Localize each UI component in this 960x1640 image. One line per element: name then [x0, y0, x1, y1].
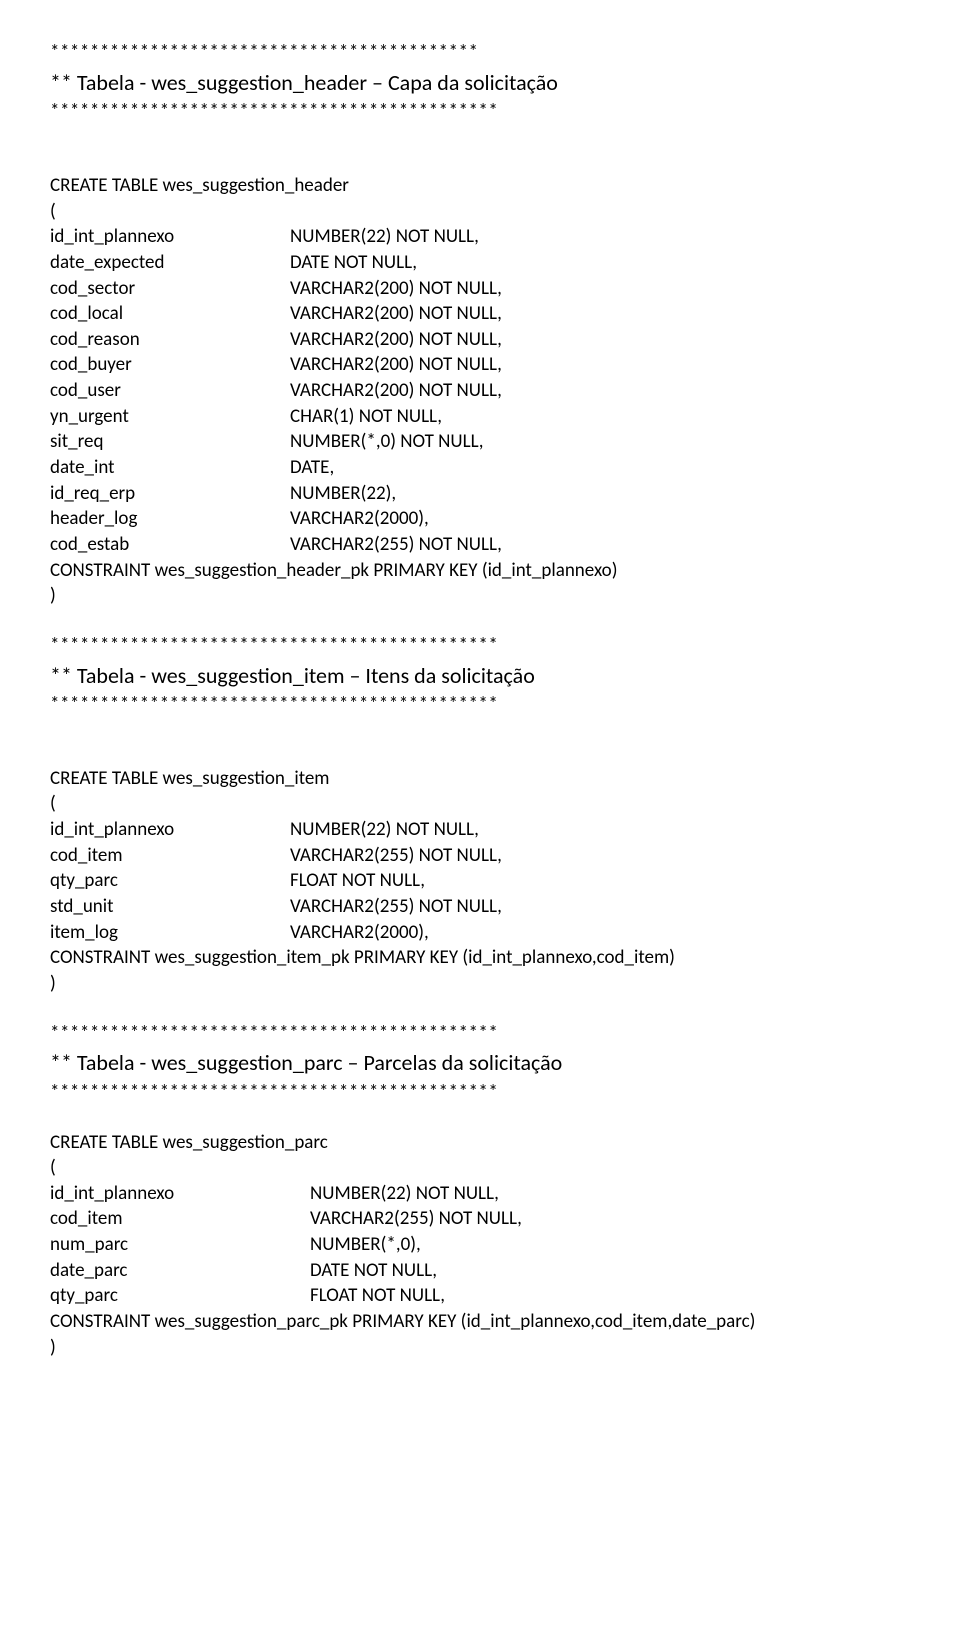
- constraint-1: CONSTRAINT wes_suggestion_header_pk PRIM…: [50, 558, 910, 584]
- column-name: cod_estab: [50, 532, 290, 558]
- column-type: VARCHAR2(255) NOT NULL,: [290, 532, 910, 558]
- column-type: VARCHAR2(2000),: [290, 506, 910, 532]
- column-def: qty_parcFLOAT NOT NULL,: [50, 1283, 910, 1309]
- column-type: VARCHAR2(200) NOT NULL,: [290, 301, 910, 327]
- separator-bottom-1: ****************************************…: [50, 99, 910, 125]
- column-type: VARCHAR2(2000),: [290, 920, 910, 946]
- column-name: id_req_erp: [50, 481, 290, 507]
- column-type: DATE NOT NULL,: [310, 1258, 910, 1284]
- section-title-1: ** Tabela - wes_suggestion_header – Capa…: [50, 68, 910, 98]
- column-type: NUMBER(*,0),: [310, 1232, 910, 1258]
- column-def: item_logVARCHAR2(2000),: [50, 920, 910, 946]
- column-def: id_int_plannexoNUMBER(22) NOT NULL,: [50, 817, 910, 843]
- column-type: VARCHAR2(200) NOT NULL,: [290, 276, 910, 302]
- column-name: date_expected: [50, 250, 290, 276]
- column-type: NUMBER(*,0) NOT NULL,: [290, 429, 910, 455]
- separator-top-3: ****************************************…: [50, 1021, 910, 1047]
- constraint-3: CONSTRAINT wes_suggestion_parc_pk PRIMAR…: [50, 1309, 910, 1335]
- column-def: id_int_plannexo NUMBER(22) NOT NULL,: [50, 224, 910, 250]
- column-def: cod_itemVARCHAR2(255) NOT NULL,: [50, 1206, 910, 1232]
- column-def: cod_localVARCHAR2(200) NOT NULL,: [50, 301, 910, 327]
- column-name: item_log: [50, 920, 290, 946]
- separator-top-1: ****************************************…: [50, 40, 910, 66]
- column-def: cod_sectorVARCHAR2(200) NOT NULL,: [50, 276, 910, 302]
- column-type: NUMBER(22) NOT NULL,: [290, 817, 910, 843]
- column-def: cod_estabVARCHAR2(255) NOT NULL,: [50, 532, 910, 558]
- column-type: VARCHAR2(200) NOT NULL,: [290, 378, 910, 404]
- column-def: sit_reqNUMBER(*,0) NOT NULL,: [50, 429, 910, 455]
- section-title-2: ** Tabela - wes_suggestion_item – Itens …: [50, 661, 910, 691]
- column-name: id_int_plannexo: [50, 817, 290, 843]
- paren-close-1: ): [50, 583, 910, 609]
- column-def: date_expectedDATE NOT NULL,: [50, 250, 910, 276]
- column-type: NUMBER(22) NOT NULL,: [290, 224, 910, 250]
- column-def: date_parcDATE NOT NULL,: [50, 1258, 910, 1284]
- constraint-2: CONSTRAINT wes_suggestion_item_pk PRIMAR…: [50, 945, 910, 971]
- column-name: date_parc: [50, 1258, 310, 1284]
- paren-close-2: ): [50, 971, 910, 997]
- column-name: std_unit: [50, 894, 290, 920]
- column-name: yn_urgent: [50, 404, 290, 430]
- paren-open-1: (: [50, 199, 910, 225]
- column-type: VARCHAR2(255) NOT NULL,: [290, 894, 910, 920]
- paren-open-3: (: [50, 1155, 910, 1181]
- column-def: qty_parc FLOAT NOT NULL,: [50, 868, 910, 894]
- column-def: cod_buyerVARCHAR2(200) NOT NULL,: [50, 352, 910, 378]
- column-name: date_int: [50, 455, 290, 481]
- column-name: cod_item: [50, 843, 290, 869]
- separator-top-2: ****************************************…: [50, 633, 910, 659]
- column-type: FLOAT NOT NULL,: [310, 1283, 910, 1309]
- create-stmt-3: CREATE TABLE wes_suggestion_parc: [50, 1130, 910, 1156]
- column-name: id_int_plannexo: [50, 224, 290, 250]
- column-name: num_parc: [50, 1232, 310, 1258]
- column-type: VARCHAR2(200) NOT NULL,: [290, 327, 910, 353]
- column-name: cod_local: [50, 301, 290, 327]
- column-type: VARCHAR2(255) NOT NULL,: [290, 843, 910, 869]
- column-def: id_req_erpNUMBER(22),: [50, 481, 910, 507]
- column-name: header_log: [50, 506, 290, 532]
- column-type: FLOAT NOT NULL,: [290, 868, 910, 894]
- column-def: cod_itemVARCHAR2(255) NOT NULL,: [50, 843, 910, 869]
- column-type: NUMBER(22),: [290, 481, 910, 507]
- column-type: DATE,: [290, 455, 910, 481]
- column-name: cod_buyer: [50, 352, 290, 378]
- column-type: DATE NOT NULL,: [290, 250, 910, 276]
- separator-bottom-2: ****************************************…: [50, 692, 910, 718]
- column-def: std_unitVARCHAR2(255) NOT NULL,: [50, 894, 910, 920]
- column-name: cod_reason: [50, 327, 290, 353]
- create-stmt-1: CREATE TABLE wes_suggestion_header: [50, 173, 910, 199]
- column-name: qty_parc: [50, 1283, 310, 1309]
- column-def: header_logVARCHAR2(2000),: [50, 506, 910, 532]
- column-def: yn_urgent CHAR(1) NOT NULL,: [50, 404, 910, 430]
- column-name: cod_sector: [50, 276, 290, 302]
- column-def: num_parcNUMBER(*,0),: [50, 1232, 910, 1258]
- column-type: NUMBER(22) NOT NULL,: [310, 1181, 910, 1207]
- paren-open-2: (: [50, 791, 910, 817]
- create-stmt-2: CREATE TABLE wes_suggestion_item: [50, 766, 910, 792]
- paren-close-3: ): [50, 1335, 910, 1361]
- column-def: date_intDATE,: [50, 455, 910, 481]
- column-type: CHAR(1) NOT NULL,: [290, 404, 910, 430]
- column-def: cod_userVARCHAR2(200) NOT NULL,: [50, 378, 910, 404]
- column-name: cod_user: [50, 378, 290, 404]
- column-name: sit_req: [50, 429, 290, 455]
- separator-bottom-3: ****************************************…: [50, 1080, 910, 1106]
- column-type: VARCHAR2(200) NOT NULL,: [290, 352, 910, 378]
- section-title-3: ** Tabela - wes_suggestion_parc – Parcel…: [50, 1048, 910, 1078]
- column-def: cod_reasonVARCHAR2(200) NOT NULL,: [50, 327, 910, 353]
- column-def: id_int_plannexoNUMBER(22) NOT NULL,: [50, 1181, 910, 1207]
- column-name: id_int_plannexo: [50, 1181, 310, 1207]
- column-name: cod_item: [50, 1206, 310, 1232]
- column-name: qty_parc: [50, 868, 290, 894]
- column-type: VARCHAR2(255) NOT NULL,: [310, 1206, 910, 1232]
